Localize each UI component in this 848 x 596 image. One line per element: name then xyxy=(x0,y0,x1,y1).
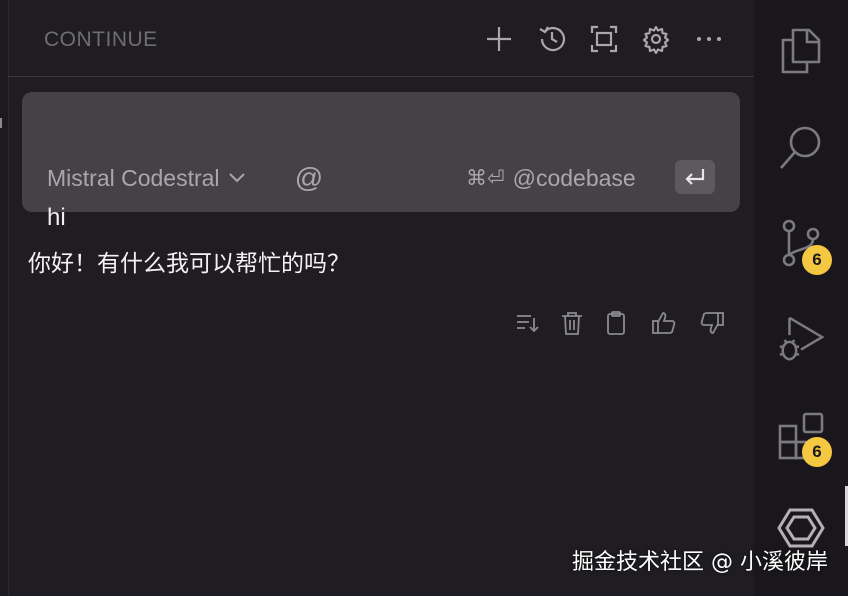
app-window: CONTINUE hi Mistral Codestral @ ⌘⏎ @code… xyxy=(0,0,848,596)
activity-search[interactable] xyxy=(776,122,826,172)
at-mention-button[interactable]: @ xyxy=(293,162,325,194)
chat-input-card[interactable]: hi xyxy=(22,92,740,231)
insert-at-cursor-button[interactable] xyxy=(512,308,542,338)
extensions-badge: 6 xyxy=(802,437,832,467)
fullscreen-icon xyxy=(590,25,618,53)
gear-icon xyxy=(642,25,670,54)
left-panel-edge xyxy=(0,0,9,596)
enter-icon xyxy=(685,169,705,185)
source-control-badge: 6 xyxy=(802,245,832,275)
delete-button[interactable] xyxy=(557,308,587,338)
codebase-button[interactable]: ⌘⏎ @codebase xyxy=(466,163,636,193)
thumbs-up-icon xyxy=(652,312,676,334)
panel-title: CONTINUE xyxy=(44,28,158,51)
run-debug-icon xyxy=(779,316,825,361)
copy-button[interactable] xyxy=(601,308,631,338)
plus-icon xyxy=(487,27,511,51)
insert-icon xyxy=(517,315,539,333)
thumbs-down-icon xyxy=(700,312,724,334)
model-label: Mistral Codestral xyxy=(47,164,220,191)
thumbs-up-button[interactable] xyxy=(649,308,679,338)
activity-run-debug[interactable] xyxy=(776,314,826,364)
settings-button[interactable] xyxy=(639,22,673,56)
clipboard-icon xyxy=(607,311,625,335)
chevron-down-icon xyxy=(228,169,246,188)
new-session-button[interactable] xyxy=(482,22,516,56)
activity-explorer[interactable] xyxy=(776,26,826,76)
codebase-label: @codebase xyxy=(512,164,636,191)
more-icon xyxy=(697,37,721,41)
thumbs-down-button[interactable] xyxy=(697,308,727,338)
watermark-text: 掘金技术社区 @ 小溪彼岸 xyxy=(572,550,828,575)
response-actions xyxy=(0,308,754,338)
fullscreen-button[interactable] xyxy=(587,22,621,56)
trash-icon xyxy=(562,312,582,335)
more-actions-button[interactable] xyxy=(692,22,726,56)
chat-input-text[interactable]: hi xyxy=(47,204,66,232)
history-button[interactable] xyxy=(535,22,569,56)
search-icon xyxy=(780,126,821,169)
assistant-response: 你好！有什么我可以帮忙的吗？ xyxy=(28,251,350,277)
panel-header: CONTINUE xyxy=(8,0,754,77)
explorer-icon xyxy=(781,28,821,74)
history-icon xyxy=(539,26,566,52)
panel-resize-handle[interactable] xyxy=(0,118,2,128)
submit-button[interactable] xyxy=(675,160,715,194)
shortcut-label: ⌘⏎ xyxy=(466,166,505,190)
model-selector[interactable]: Mistral Codestral xyxy=(47,163,246,193)
